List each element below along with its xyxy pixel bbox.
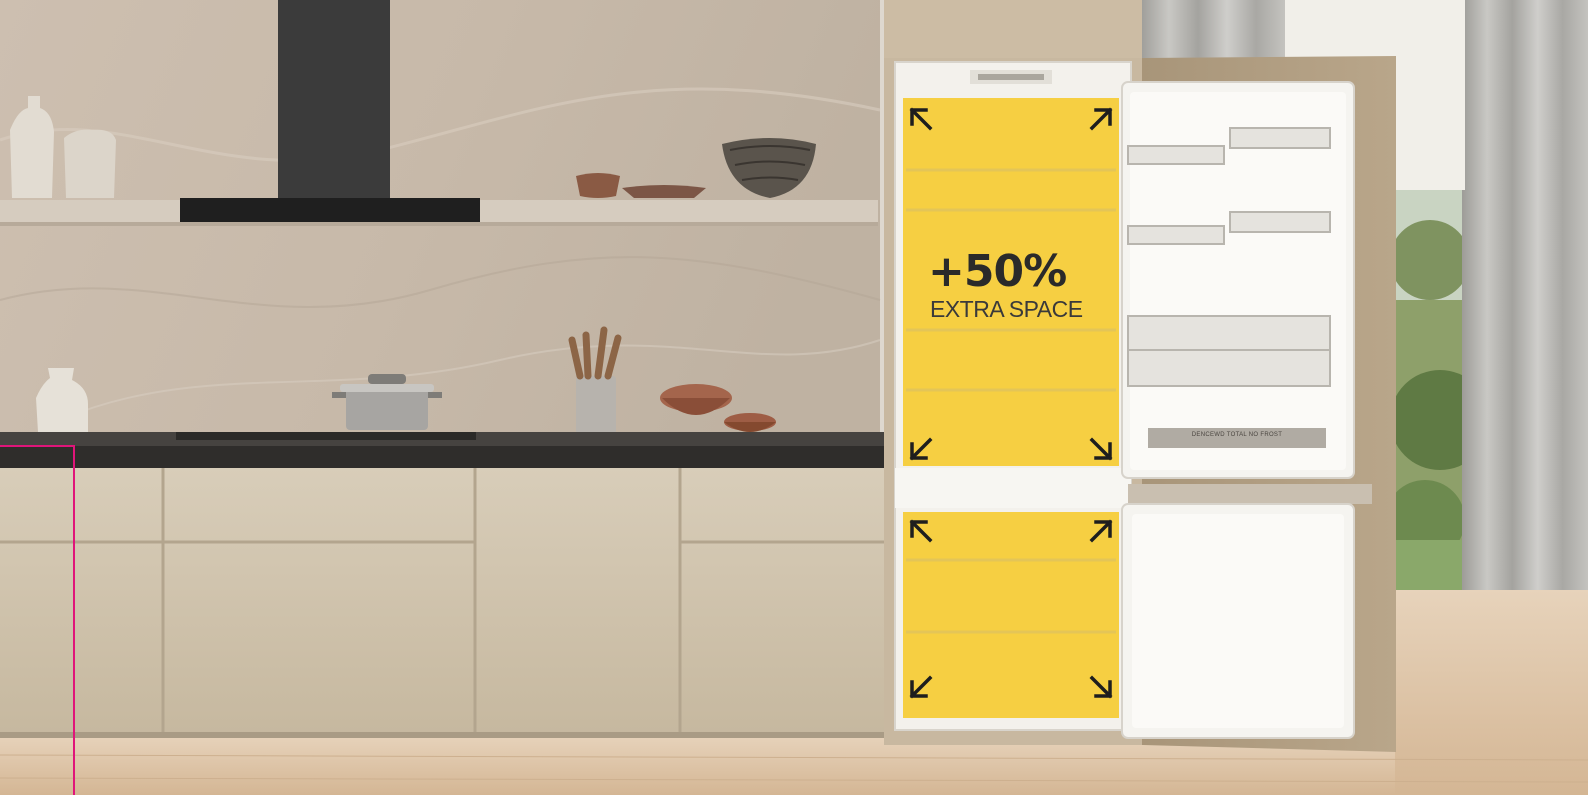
door-shelf-label: DENCEWD TOTAL NO FROST [1191, 432, 1283, 438]
curtain-right [1462, 0, 1588, 600]
door-bin [1127, 145, 1225, 165]
vase-short [64, 129, 116, 198]
promo-headline: +50% [928, 246, 1067, 297]
lower-cabinets [0, 468, 886, 736]
plate [622, 185, 706, 198]
cooking-pot [346, 386, 428, 430]
utensil-jar [576, 376, 616, 434]
freezer-zone-highlight [903, 512, 1119, 718]
kitchen-scene: +50% EXTRA SPACE DENCEWD TOTAL NO FROST [0, 0, 1588, 795]
door-shelf-plate [1148, 428, 1326, 448]
range-hood-chimney [278, 0, 390, 200]
range-hood [180, 198, 480, 222]
bowl-small [576, 173, 620, 198]
promo-subline: EXTRA SPACE [930, 296, 1083, 322]
scene-illustration [0, 0, 1588, 795]
wall-shelf [0, 200, 180, 224]
